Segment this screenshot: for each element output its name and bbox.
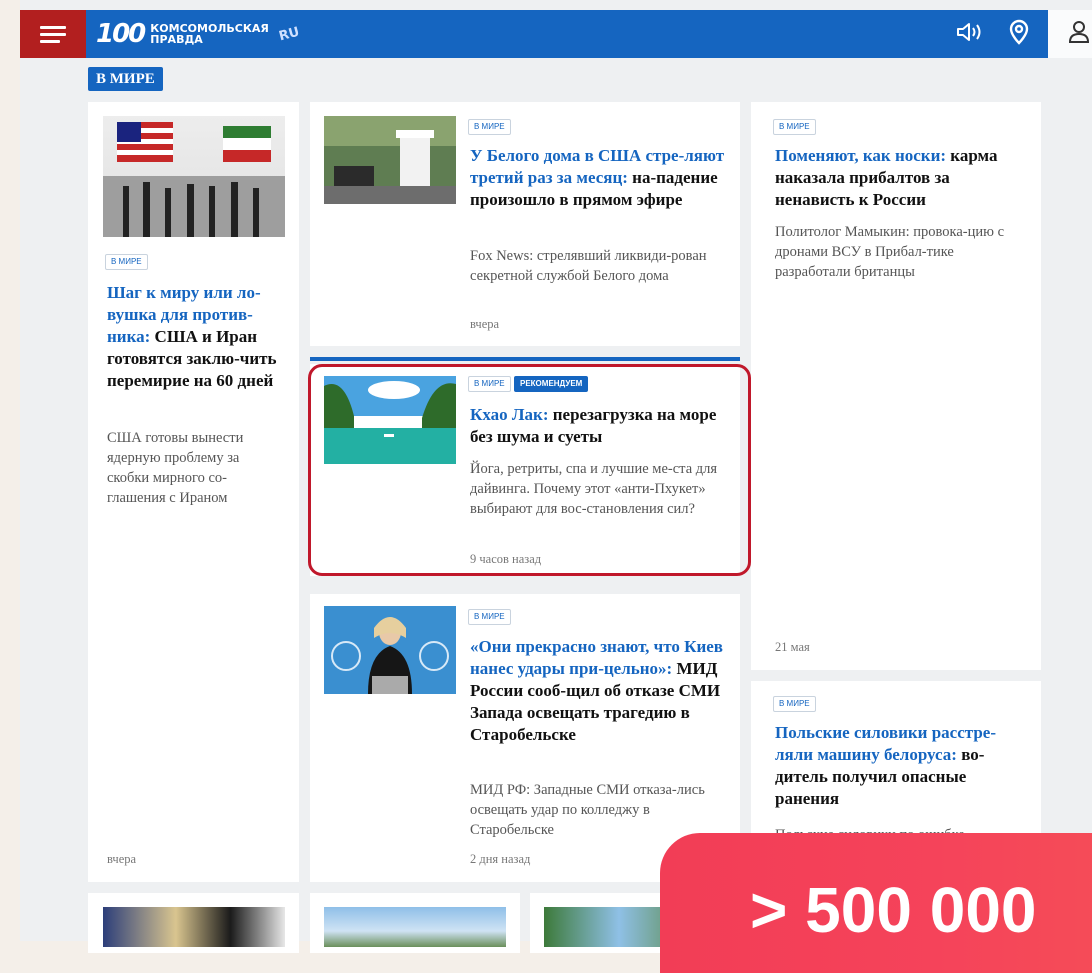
article-title[interactable]: Шаг к миру или ло-вушка для против-ника:… <box>107 282 282 392</box>
section-tag[interactable]: В МИРЕ <box>88 67 163 91</box>
rubric-badge[interactable]: В МИРЕ <box>105 254 148 270</box>
article-lead: США готовы вынести ядерную проблему за с… <box>107 430 244 506</box>
top-bar: 100 Комсомольская правда RU <box>86 10 1048 58</box>
rubric-badge[interactable]: В МИРЕ <box>468 609 511 625</box>
logo-line2: правда <box>150 33 203 46</box>
sound-icon[interactable] <box>956 22 982 42</box>
article-title[interactable]: Поменяют, как носки: карма наказала приб… <box>775 145 1025 211</box>
article-lead: Fox News: стрелявший ликвиди-рован секре… <box>470 248 707 284</box>
promo-banner[interactable]: > 500 000 <box>660 833 1092 973</box>
article-time: 21 мая <box>775 640 810 654</box>
article-title-highlight: Поменяют, как носки: <box>775 146 947 165</box>
divider <box>310 357 740 361</box>
highlight-frame <box>308 364 751 576</box>
article-image <box>324 907 506 947</box>
article-card[interactable]: В МИРЕ «Они прекрасно знают, что Киев на… <box>310 594 740 882</box>
article-card[interactable]: В МИРЕ У Белого дома в США стре-ляют тре… <box>310 102 740 346</box>
site-logo[interactable]: 100 Комсомольская правда RU <box>96 18 302 50</box>
article-lead: МИД РФ: Западные СМИ отказа-лись освещат… <box>470 782 705 838</box>
user-icon[interactable] <box>1068 20 1090 44</box>
article-title[interactable]: «Они прекрасно знают, что Киев нанес уда… <box>470 636 728 746</box>
location-pin-icon[interactable] <box>1008 19 1030 45</box>
article-lead: Политолог Мамыкин: провока-цию с дронами… <box>775 224 1005 280</box>
article-card[interactable] <box>88 893 299 953</box>
article-image <box>324 606 456 694</box>
logo-number: 100 <box>96 19 146 49</box>
article-card[interactable] <box>310 893 520 953</box>
logo-text: Комсомольская правда <box>150 23 269 45</box>
menu-icon <box>40 22 66 47</box>
menu-button[interactable] <box>20 10 86 58</box>
logo-mark: RU <box>277 24 302 44</box>
article-image <box>103 116 285 237</box>
article-title[interactable]: У Белого дома в США стре-ляют третий раз… <box>470 145 728 211</box>
article-title[interactable]: Польские силовики расстре-ляли машину бе… <box>775 722 1025 810</box>
article-card[interactable]: В МИРЕ Шаг к миру или ло-вушка для проти… <box>88 102 299 882</box>
rubric-badge[interactable]: В МИРЕ <box>773 696 816 712</box>
rubric-badge[interactable]: В МИРЕ <box>773 119 816 135</box>
rubric-badge[interactable]: В МИРЕ <box>468 119 511 135</box>
article-time: вчера <box>107 852 137 866</box>
article-image <box>324 116 456 204</box>
article-time: 2 дня назад <box>470 852 531 866</box>
article-image <box>103 907 285 947</box>
article-card[interactable]: В МИРЕ Поменяют, как носки: карма наказа… <box>751 102 1041 670</box>
article-time: вчера <box>470 317 500 331</box>
promo-text: > 500 000 <box>750 874 1037 946</box>
